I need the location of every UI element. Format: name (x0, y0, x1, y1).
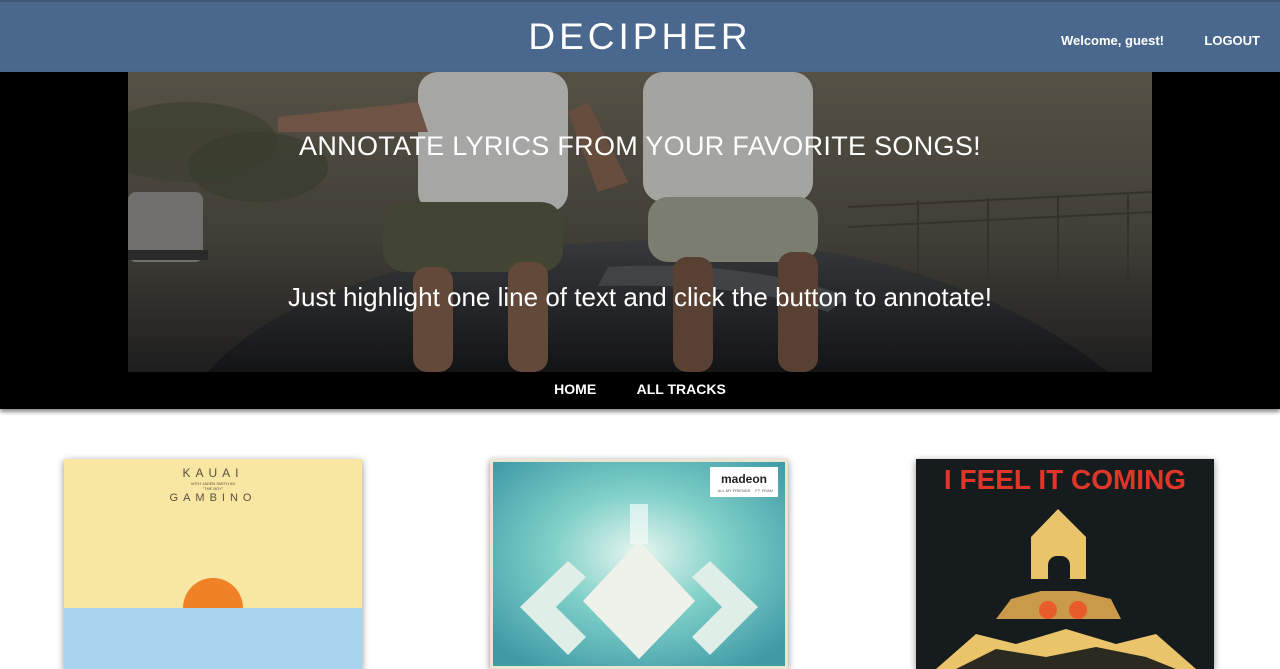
hero-banner: ANNOTATE LYRICS FROM YOUR FAVORITE SONGS… (128, 72, 1152, 372)
album1-line3: "THE BOY" (203, 486, 224, 491)
nav-all-tracks[interactable]: ALL TRACKS (637, 381, 726, 397)
album-cover-i-feel-it-coming: I FEEL IT COMING (916, 459, 1214, 669)
album-card-i-feel-it-coming[interactable]: I FEEL IT COMING (916, 459, 1214, 669)
hero-subtitle: Just highlight one line of text and clic… (288, 282, 992, 312)
album1-line4: GAMBINO (170, 492, 257, 504)
album2-logo: madeon (721, 472, 767, 486)
main-nav: HOME ALL TRACKS (0, 381, 1280, 399)
welcome-message: Welcome, guest! (1060, 33, 1164, 48)
album-cover-madeon: madeon ALL MY FRIENDS FT. RYAN (490, 459, 788, 669)
album2-sub1: ALL MY FRIENDS (718, 488, 751, 493)
nav-home[interactable]: HOME (554, 381, 596, 397)
album3-title: I FEEL IT COMING (944, 464, 1186, 495)
hero-title: ANNOTATE LYRICS FROM YOUR FAVORITE SONGS… (299, 131, 981, 161)
top-navigation-bar: DECIPHER Welcome, guest! LOGOUT (0, 0, 1280, 72)
album-card-madeon[interactable]: madeon ALL MY FRIENDS FT. RYAN (490, 459, 788, 669)
logout-link[interactable]: LOGOUT (1204, 33, 1260, 48)
album1-line1: KAUAI (182, 466, 243, 480)
album2-sub2: FT. RYAN (755, 488, 773, 493)
hero-band: ANNOTATE LYRICS FROM YOUR FAVORITE SONGS… (0, 72, 1280, 409)
album-cover-kauai: KAUAI WITH JADEN SMITH AS "THE BOY" GAMB… (64, 459, 362, 669)
hero-background-photo (128, 72, 1152, 372)
album-card-kauai[interactable]: KAUAI WITH JADEN SMITH AS "THE BOY" GAMB… (64, 459, 362, 669)
